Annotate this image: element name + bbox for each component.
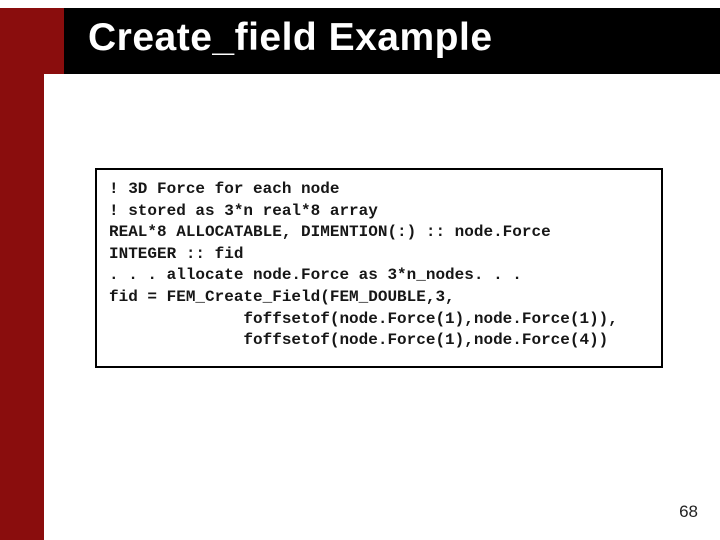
code-line: REAL*8 ALLOCATABLE, DIMENTION(:) :: node… <box>109 222 649 244</box>
accent-strip <box>0 74 44 540</box>
page-number: 68 <box>679 502 698 522</box>
code-line: foffsetof(node.Force(1),node.Force(1)), <box>109 309 649 331</box>
code-line: foffsetof(node.Force(1),node.Force(4)) <box>109 330 649 352</box>
code-line: INTEGER :: fid <box>109 244 649 266</box>
slide-title: Create_field Example <box>88 16 493 60</box>
code-line: ! stored as 3*n real*8 array <box>109 201 649 223</box>
code-line: ! 3D Force for each node <box>109 179 649 201</box>
code-listing: ! 3D Force for each node ! stored as 3*n… <box>95 168 663 368</box>
code-line: fid = FEM_Create_Field(FEM_DOUBLE,3, <box>109 287 649 309</box>
code-line: . . . allocate node.Force as 3*n_nodes. … <box>109 265 649 287</box>
accent-square <box>0 8 64 74</box>
